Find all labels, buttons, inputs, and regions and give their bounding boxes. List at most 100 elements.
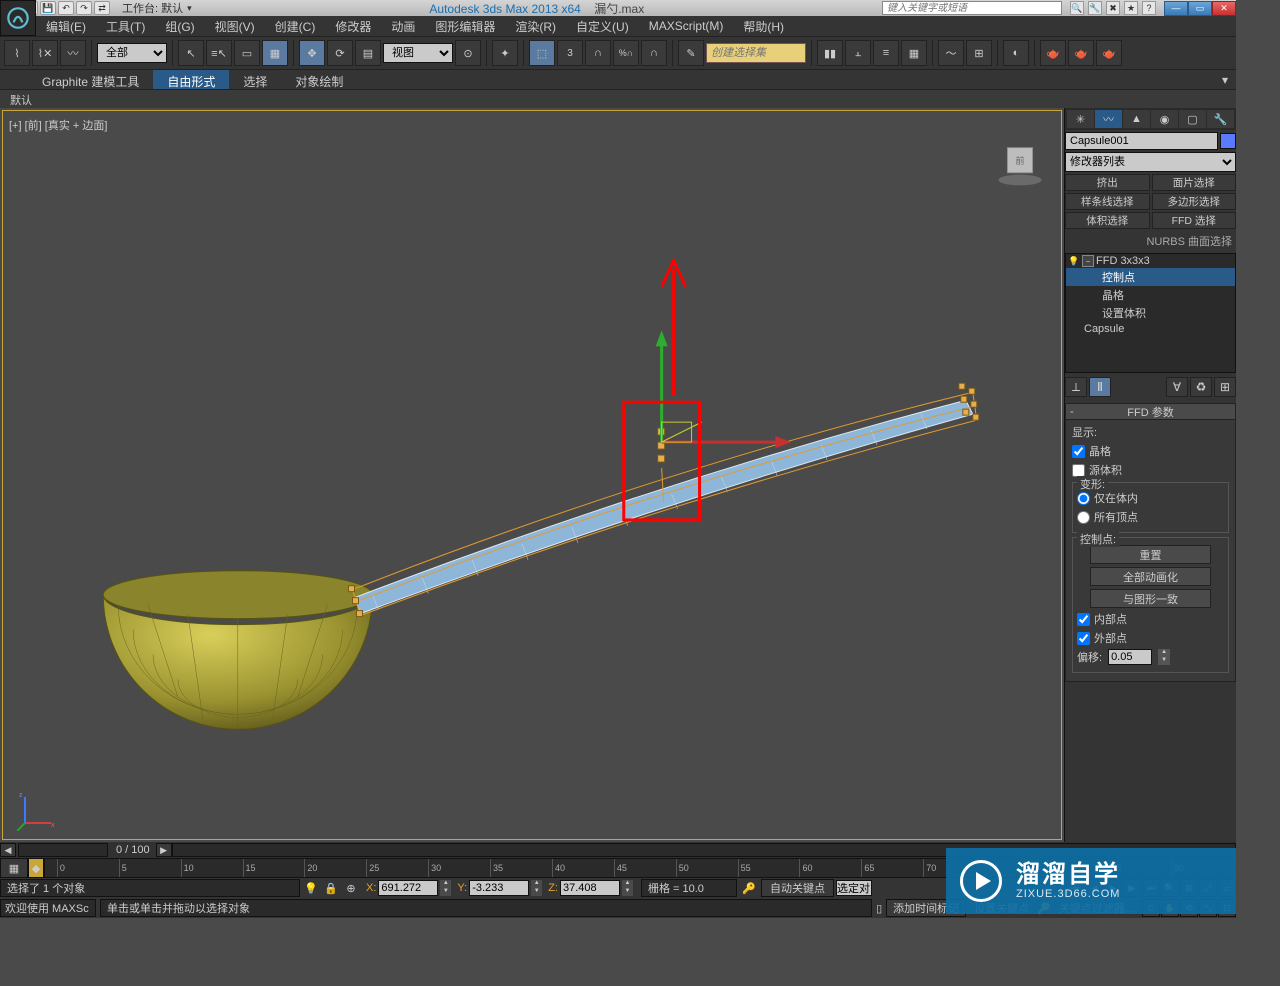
use-pivot-center-icon[interactable]: ⊙: [455, 40, 481, 66]
graphite-toggle-icon[interactable]: ▦: [901, 40, 927, 66]
link-icon[interactable]: ⇄: [94, 1, 110, 15]
save-icon[interactable]: 💾: [40, 1, 56, 15]
search-icon[interactable]: 🔍: [1070, 1, 1084, 15]
display-tab-icon[interactable]: ▢: [1179, 110, 1206, 128]
edged-faces-icon[interactable]: ∩: [641, 40, 667, 66]
menu-help[interactable]: 帮助(H): [733, 15, 794, 38]
stack-sub-set-volume[interactable]: 设置体积: [1066, 304, 1235, 322]
ribbon-tab-graphite[interactable]: Graphite 建模工具: [28, 70, 153, 89]
offset-value[interactable]: [1108, 649, 1152, 665]
stack-sub-lattice[interactable]: 晶格: [1066, 286, 1235, 304]
lattice-checkbox[interactable]: 晶格: [1072, 443, 1229, 459]
extrude-button[interactable]: 挤出: [1065, 174, 1150, 191]
isolate-icon[interactable]: ▯: [876, 902, 882, 915]
vol-select-button[interactable]: 体积选择: [1065, 212, 1150, 229]
modifier-list[interactable]: 修改器列表: [1065, 152, 1236, 172]
select-by-name-icon[interactable]: ≡↖: [206, 40, 232, 66]
z-coord[interactable]: [560, 880, 620, 896]
unlink-icon[interactable]: ⌇✕: [32, 40, 58, 66]
z-spinner[interactable]: ▲▼: [622, 880, 633, 896]
hierarchy-tab-icon[interactable]: ▲: [1123, 110, 1150, 128]
window-crossing-icon[interactable]: ▦: [262, 40, 288, 66]
redo-icon[interactable]: ↷: [76, 1, 92, 15]
subscription-icon[interactable]: 🔧: [1088, 1, 1102, 15]
adaptive-degradation-icon[interactable]: 💡: [302, 879, 320, 897]
absolute-mode-icon[interactable]: ⊕: [342, 879, 360, 897]
minimize-button[interactable]: —: [1164, 1, 1188, 16]
time-slider[interactable]: [18, 843, 108, 857]
offset-spinner[interactable]: ▲▼: [1158, 649, 1170, 665]
scroll-right-icon[interactable]: ▶: [156, 843, 172, 857]
deform-all-radio[interactable]: 所有顶点: [1077, 509, 1224, 525]
y-coord[interactable]: [469, 880, 529, 896]
rollout-header[interactable]: - FFD 参数: [1065, 403, 1236, 420]
menu-modifiers[interactable]: 修改器: [325, 15, 381, 38]
key-mode-icon[interactable]: 🔑: [739, 882, 759, 895]
align-icon[interactable]: ⫠: [845, 40, 871, 66]
pin-stack-icon[interactable]: ⟂: [1065, 377, 1087, 397]
favorite-icon[interactable]: ★: [1124, 1, 1138, 15]
make-unique-icon[interactable]: ∀: [1166, 377, 1188, 397]
selection-lock-icon[interactable]: 🔒: [322, 879, 340, 897]
rectangular-region-icon[interactable]: ▭: [234, 40, 260, 66]
select-scale-icon[interactable]: ▤: [355, 40, 381, 66]
track-view-icon[interactable]: ▦: [0, 858, 28, 878]
menu-views[interactable]: 视图(V): [205, 15, 265, 38]
close-button[interactable]: ✕: [1212, 1, 1236, 16]
modify-tab-icon[interactable]: 〰: [1095, 110, 1122, 128]
scroll-left-icon[interactable]: ◀: [0, 843, 16, 857]
spinner-snap-icon[interactable]: %∩: [613, 40, 639, 66]
nurbs-surface-select-label[interactable]: NURBS 曲面选择: [1065, 231, 1236, 251]
reset-button[interactable]: 重置: [1090, 545, 1211, 564]
gizmo[interactable]: [656, 330, 792, 448]
menu-rendering[interactable]: 渲染(R): [505, 15, 566, 38]
modifier-stack[interactable]: 💡 − FFD 3x3x3 控制点 晶格 设置体积 Capsule: [1065, 253, 1236, 373]
stack-sub-control-points[interactable]: 控制点: [1066, 268, 1235, 286]
select-move-icon[interactable]: ✥: [299, 40, 325, 66]
percent-snap-icon[interactable]: ∩: [585, 40, 611, 66]
snaps-toggle-icon[interactable]: ⬚: [529, 40, 555, 66]
object-color-swatch[interactable]: [1220, 133, 1236, 149]
create-tab-icon[interactable]: ✳: [1067, 110, 1094, 128]
menu-edit[interactable]: 编辑(E): [36, 15, 96, 38]
menu-tools[interactable]: 工具(T): [96, 15, 155, 38]
poly-select-button[interactable]: 多边形选择: [1152, 193, 1237, 210]
menu-graph-editors[interactable]: 图形编辑器: [425, 15, 505, 38]
menu-customize[interactable]: 自定义(U): [566, 15, 639, 38]
help-search-input[interactable]: [882, 1, 1062, 15]
angle-snap-icon[interactable]: 3: [557, 40, 583, 66]
render-production-icon[interactable]: 🫖: [1096, 40, 1122, 66]
ref-coord-system[interactable]: 视图: [383, 43, 453, 63]
select-object-icon[interactable]: ↖: [178, 40, 204, 66]
stack-ffd[interactable]: 💡 − FFD 3x3x3: [1066, 254, 1235, 268]
selected-keys-input[interactable]: [836, 880, 872, 896]
inside-points-checkbox[interactable]: 内部点: [1077, 611, 1224, 627]
menu-maxscript[interactable]: MAXScript(M): [639, 16, 734, 36]
app-menu-button[interactable]: [0, 0, 36, 36]
rendered-frame-icon[interactable]: 🫖: [1068, 40, 1094, 66]
selection-filter[interactable]: 全部: [97, 43, 167, 63]
viewport-label[interactable]: [+] [前] [真实 + 边面]: [9, 117, 107, 133]
ribbon-tab-object-paint[interactable]: 对象绘制: [281, 70, 357, 89]
menu-create[interactable]: 创建(C): [265, 15, 326, 38]
stack-base-capsule[interactable]: Capsule: [1066, 322, 1235, 336]
help-icon[interactable]: ?: [1142, 1, 1156, 15]
show-end-result-icon[interactable]: ǁ: [1089, 377, 1111, 397]
select-manipulate-icon[interactable]: ✦: [492, 40, 518, 66]
bulb-icon[interactable]: 💡: [1068, 255, 1080, 267]
select-rotate-icon[interactable]: ⟳: [327, 40, 353, 66]
layer-manager-icon[interactable]: ≡: [873, 40, 899, 66]
ribbon-minimize-icon[interactable]: ▾: [1218, 70, 1232, 89]
material-editor-icon[interactable]: ◐: [1003, 40, 1029, 66]
ribbon-sub-label[interactable]: 默认: [10, 95, 32, 107]
object-name-input[interactable]: [1065, 132, 1218, 150]
patch-select-button[interactable]: 面片选择: [1152, 174, 1237, 191]
animate-all-button[interactable]: 全部动画化: [1090, 567, 1211, 586]
exchange-icon[interactable]: ✖: [1106, 1, 1120, 15]
outside-points-checkbox[interactable]: 外部点: [1077, 630, 1224, 646]
utilities-tab-icon[interactable]: 🔧: [1207, 110, 1234, 128]
menu-animation[interactable]: 动画: [381, 15, 425, 38]
bind-space-warp-icon[interactable]: 〰: [60, 40, 86, 66]
maxscript-listener[interactable]: 欢迎使用 MAXSc: [0, 899, 96, 917]
x-coord[interactable]: [378, 880, 438, 896]
